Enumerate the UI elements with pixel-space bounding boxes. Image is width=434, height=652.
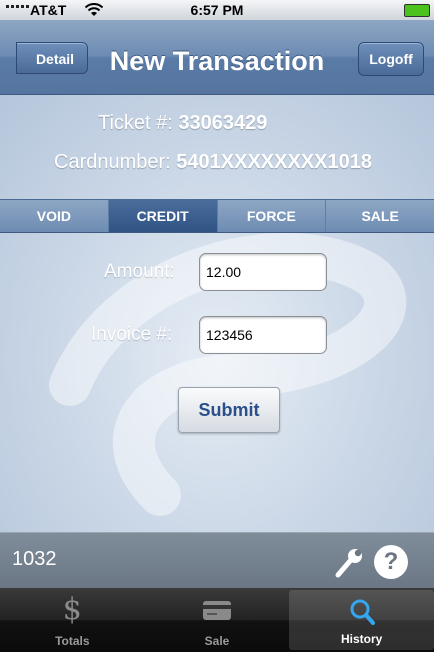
card-icon <box>203 601 231 620</box>
wrench-icon[interactable] <box>332 545 366 579</box>
battery-charging-icon <box>404 4 430 17</box>
help-icon[interactable]: ? <box>374 545 408 579</box>
dollar-icon: $ <box>62 592 82 627</box>
invoice-label: Invoice #: <box>91 324 173 345</box>
amount-input[interactable] <box>199 253 327 291</box>
footer-count: 1032 <box>12 548 57 570</box>
ticket-line: Ticket #: 33063429 <box>98 112 267 135</box>
transaction-type-segmented-control: VOID CREDIT FORCE SALE <box>0 199 434 233</box>
tab-totals[interactable]: $ Totals <box>0 588 145 652</box>
ticket-label: Ticket #: <box>98 112 173 134</box>
detail-back-button[interactable]: Detail <box>16 42 88 74</box>
tab-history[interactable]: History <box>289 590 434 650</box>
card-label: Cardnumber: <box>54 151 171 173</box>
ticket-info: Ticket #: 33063429 Cardnumber: 5401XXXXX… <box>0 95 434 199</box>
segment-sale[interactable]: SALE <box>326 200 434 232</box>
tab-label: Totals <box>55 634 90 648</box>
invoice-input[interactable] <box>199 316 327 354</box>
card-line: Cardnumber: 5401XXXXXXXX1018 <box>54 151 372 174</box>
status-time: 6:57 PM <box>190 2 244 18</box>
submit-button[interactable]: Submit <box>178 387 280 433</box>
tab-label: History <box>341 632 383 646</box>
card-number: 5401XXXXXXXX1018 <box>176 151 372 173</box>
segment-credit[interactable]: CREDIT <box>108 200 218 232</box>
magnifier-icon <box>350 599 375 625</box>
footer-toolbar: 1032 ? <box>0 532 434 589</box>
tab-label: Sale <box>204 634 230 648</box>
tab-bar: $ Totals Sale History <box>0 588 434 652</box>
segment-void[interactable]: VOID <box>0 200 109 232</box>
amount-label: Amount: <box>104 261 175 282</box>
transaction-content: Ticket #: 33063429 Cardnumber: 5401XXXXX… <box>0 95 434 532</box>
status-bar: AT&T 6:57 PM <box>0 0 434 20</box>
tab-sale[interactable]: Sale <box>145 588 290 652</box>
navigation-bar: Detail New Transaction Logoff <box>0 20 434 95</box>
ticket-number: 33063429 <box>178 112 268 134</box>
logoff-button[interactable]: Logoff <box>358 42 424 76</box>
segment-force[interactable]: FORCE <box>218 200 327 232</box>
